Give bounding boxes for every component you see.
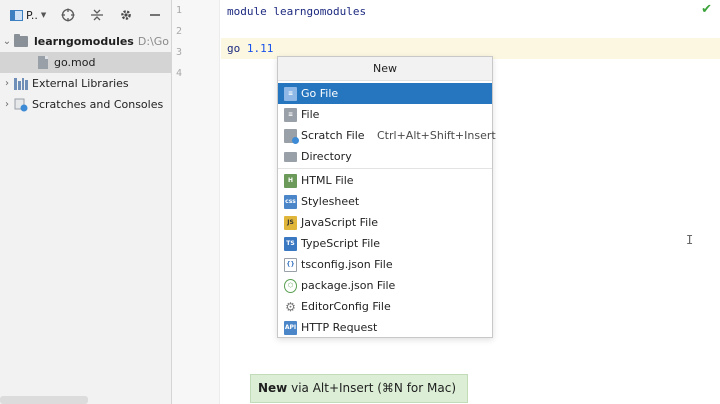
menu-item-label: JavaScript File	[301, 216, 379, 229]
tree-item-label: go.mod	[54, 56, 96, 69]
minimize-icon[interactable]	[144, 5, 166, 25]
menu-item-http-request[interactable]: API HTTP Request	[278, 317, 492, 338]
tree-item-root[interactable]: ⌄ learngomodules D:\Go	[0, 31, 171, 52]
gear-icon[interactable]	[115, 5, 137, 25]
file-icon: ≡	[284, 107, 297, 122]
typescript-file-icon: TS	[284, 236, 297, 251]
javascript-file-icon: JS	[284, 215, 297, 230]
menu-item-label: Go File	[301, 87, 339, 100]
menu-item-shortcut: Ctrl+Alt+Shift+Insert	[377, 129, 496, 142]
popup-title: New	[278, 57, 492, 81]
tree-item-go-mod[interactable]: go.mod	[0, 52, 171, 73]
menu-item-label: HTML File	[301, 174, 354, 187]
menu-item-stylesheet[interactable]: css Stylesheet	[278, 191, 492, 212]
tree-item-label: External Libraries	[32, 77, 129, 90]
http-request-icon: API	[284, 320, 297, 335]
menu-item-directory[interactable]: Directory	[278, 146, 492, 167]
menu-item-go-file[interactable]: ≡ Go File	[278, 83, 492, 104]
menu-item-label: TypeScript File	[301, 237, 381, 250]
menu-item-label: File	[301, 108, 320, 121]
root-folder-path: D:\Go	[137, 35, 169, 48]
folder-icon	[14, 34, 28, 47]
menu-item-label: Directory	[301, 150, 352, 163]
editorconfig-file-icon: ⚙	[284, 299, 297, 314]
code-keyword: module	[227, 5, 274, 18]
libraries-icon	[14, 77, 28, 90]
menu-item-package-json-file[interactable]: ⬡ package.json File	[278, 275, 492, 296]
horizontal-scrollbar[interactable]	[0, 396, 88, 404]
menu-item-label: HTTP Request	[301, 321, 378, 334]
line-number: 3	[176, 47, 183, 58]
menu-item-tsconfig-file[interactable]: {} tsconfig.json File	[278, 254, 492, 275]
hint-text: via Alt+Insert (⌘N for Mac)	[287, 381, 457, 395]
target-icon[interactable]	[57, 5, 79, 25]
menu-item-label: EditorConfig File	[301, 300, 391, 313]
chevron-right-icon[interactable]: ›	[0, 99, 14, 110]
root-folder-name: learngomodules	[34, 35, 134, 48]
html-file-icon: H	[284, 173, 297, 188]
tsconfig-file-icon: {}	[284, 257, 297, 272]
go-file-icon: ≡	[284, 86, 297, 101]
code-value: learngomodules	[273, 5, 367, 18]
tree-item-scratches[interactable]: › Scratches and Consoles	[0, 94, 171, 115]
chevron-down-icon[interactable]: ⌄	[0, 36, 14, 47]
menu-item-javascript-file[interactable]: JS JavaScript File	[278, 212, 492, 233]
project-tool-window: P.. ▼ ⌄ learngomodules D:\Go go.mod › Ex…	[0, 0, 172, 404]
shortcut-hint: New via Alt+Insert (⌘N for Mac)	[250, 374, 468, 403]
line-number: 2	[176, 26, 183, 37]
directory-icon	[284, 151, 297, 162]
menu-item-editorconfig-file[interactable]: ⚙ EditorConfig File	[278, 296, 492, 317]
tree-item-label: Scratches and Consoles	[32, 98, 164, 111]
menu-item-label: package.json File	[301, 279, 396, 292]
menu-item-label: Scratch File	[301, 129, 365, 142]
collapse-icon[interactable]	[86, 5, 108, 25]
package-json-file-icon: ⬡	[284, 278, 297, 293]
hint-bold: New	[258, 381, 288, 395]
project-toolbar: P.. ▼	[0, 0, 171, 30]
code-keyword: go	[227, 42, 247, 55]
project-window-icon	[10, 9, 23, 21]
stylesheet-icon: css	[284, 194, 297, 209]
menu-item-label: tsconfig.json File	[301, 258, 393, 271]
menu-item-scratch-file[interactable]: Scratch File Ctrl+Alt+Shift+Insert	[278, 125, 496, 146]
project-tree: ⌄ learngomodules D:\Go go.mod › External…	[0, 31, 171, 115]
editor-gutter	[172, 0, 220, 404]
menu-item-html-file[interactable]: H HTML File	[278, 170, 492, 191]
chevron-down-icon: ▼	[40, 11, 47, 19]
menu-item-typescript-file[interactable]: TS TypeScript File	[278, 233, 492, 254]
project-view-label: P..	[26, 8, 38, 22]
text-cursor-icon: I	[686, 233, 694, 247]
menu-separator	[278, 168, 492, 169]
menu-item-file[interactable]: ≡ File	[278, 104, 492, 125]
check-icon: ✔	[701, 2, 712, 17]
new-file-popup: New ≡ Go File ≡ File Scratch File Ctrl+A…	[277, 56, 496, 338]
chevron-right-icon[interactable]: ›	[0, 78, 14, 89]
code-number: 1.11	[246, 42, 274, 55]
line-number: 4	[176, 68, 183, 79]
tree-item-external-libraries[interactable]: › External Libraries	[0, 73, 171, 94]
go-mod-file-icon	[38, 56, 48, 69]
project-view-selector[interactable]: P.. ▼	[8, 5, 50, 25]
menu-item-label: Stylesheet	[301, 195, 360, 208]
scratch-file-icon	[284, 128, 299, 144]
scratches-icon	[14, 98, 28, 112]
code-line-1[interactable]: module learngomodules	[221, 1, 720, 22]
line-number: 1	[176, 5, 183, 16]
